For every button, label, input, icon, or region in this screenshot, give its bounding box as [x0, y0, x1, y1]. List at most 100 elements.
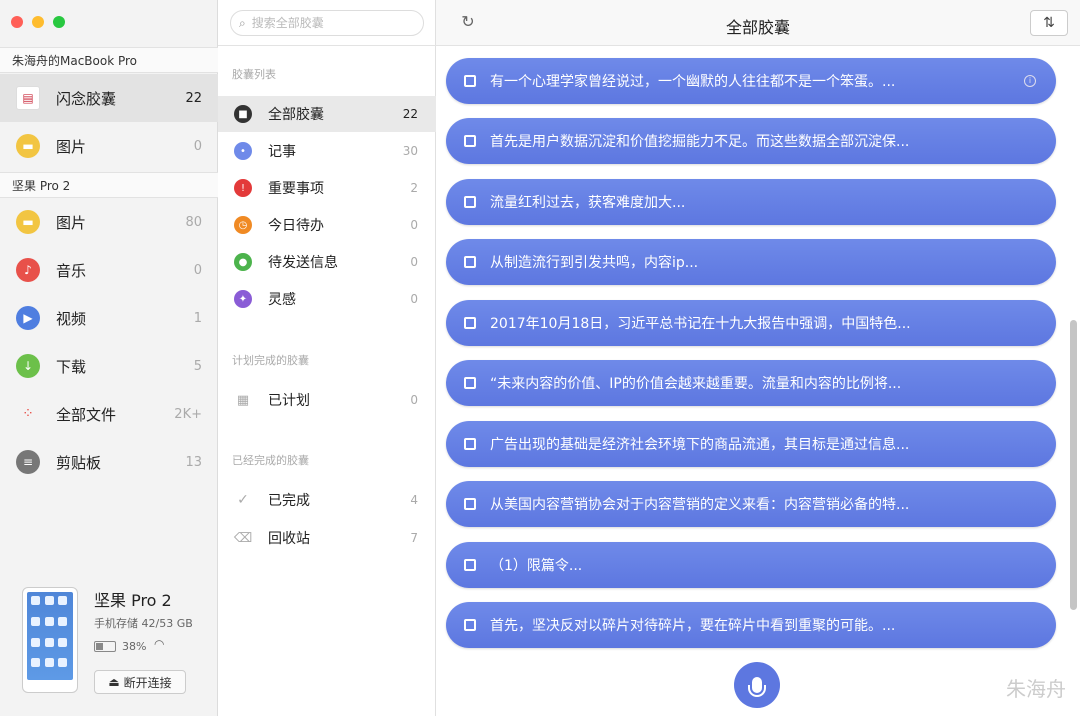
category-completed[interactable]: ✓ 已完成 4 [218, 482, 436, 518]
capsule-item[interactable]: （1）限篇令... [446, 542, 1056, 588]
app-window: 朱海舟的MacBook Pro ▤ 闪念胶囊 22 ▬ 图片 0 坚果 Pro … [0, 0, 1080, 716]
sidebar-item-capsules[interactable]: ▤ 闪念胶囊 22 [0, 74, 218, 122]
zoom-button[interactable] [53, 16, 65, 28]
capsule-item[interactable]: 首先是用户数据沉淀和价值挖掘能力不足。而这些数据全部沉淀保... [446, 118, 1056, 164]
category-label: 记事 [268, 144, 296, 160]
capsule-text: 流量红利过去，获客难度加大... [490, 195, 686, 211]
important-icon: ! [234, 179, 252, 197]
phone-status-panel: 坚果 Pro 2 手机存储 42/53 GB 38% ◠ ⏏ 断开连接 [18, 585, 218, 700]
search-icon: ⌕ [239, 15, 246, 30]
capsule-item[interactable]: 首先，坚决反对以碎片对待碎片，要在碎片中看到重聚的可能。... [446, 602, 1056, 648]
photo-icon: ▬ [16, 134, 40, 158]
capsule-checkbox[interactable] [464, 498, 476, 510]
note-icon: • [234, 142, 252, 160]
search-input[interactable] [251, 16, 402, 30]
capsule-text: 2017年10月18日，习近平总书记在十九大报告中强调，中国特色... [490, 316, 911, 332]
download-icon: ↓ [16, 354, 40, 378]
watermark: 朱海舟 [1006, 677, 1066, 701]
wifi-icon: ◠ [154, 637, 165, 651]
scrollbar[interactable] [1070, 320, 1077, 610]
category-count: 0 [410, 255, 418, 269]
category-label: 灵感 [268, 292, 296, 308]
capsule-icon: ▤ [16, 86, 40, 110]
sidebar-item-label: 图片 [56, 213, 87, 232]
sidebar-item-phone-photos[interactable]: ▬ 图片 80 [0, 198, 218, 246]
sort-button[interactable]: ⇅ [1030, 10, 1068, 36]
capsule-checkbox[interactable] [464, 196, 476, 208]
capsule-checkbox[interactable] [464, 438, 476, 450]
category-label: 全部胶囊 [268, 107, 324, 123]
capsule-checkbox[interactable] [464, 619, 476, 631]
video-icon: ▶ [16, 306, 40, 330]
capsule-text: “未来内容的价值、IP的价值会越来越重要。流量和内容的比例将... [490, 376, 902, 392]
category-label: 今日待办 [268, 218, 324, 234]
capsule-checkbox[interactable] [464, 256, 476, 268]
capsule-text: 从制造流行到引发共鸣，内容ip... [490, 255, 699, 271]
capsule-item[interactable]: 广告出现的基础是经济社会环境下的商品流通，其目标是通过信息... [446, 421, 1056, 467]
window-controls [11, 16, 65, 28]
sidebar-item-label: 下载 [56, 357, 87, 376]
capsule-item[interactable]: 流量红利过去，获客难度加大... [446, 179, 1056, 225]
category-notes[interactable]: • 记事 30 [218, 133, 436, 169]
microphone-button[interactable] [734, 662, 780, 708]
capsule-text: 首先是用户数据沉淀和价值挖掘能力不足。而这些数据全部沉淀保... [490, 134, 910, 150]
sidebar-item-music[interactable]: ♪ 音乐 0 [0, 246, 218, 294]
capsule-text: 有一个心理学家曾经说过，一个幽默的人往往都不是一个笨蛋。... [490, 74, 896, 90]
close-button[interactable] [11, 16, 23, 28]
disconnect-label: 断开连接 [123, 675, 172, 690]
capsule-item[interactable]: 2017年10月18日，习近平总书记在十九大报告中强调，中国特色... [446, 300, 1056, 346]
sidebar-item-downloads[interactable]: ↓ 下载 5 [0, 342, 218, 390]
disconnect-button[interactable]: ⏏ 断开连接 [94, 670, 186, 694]
capsule-checkbox[interactable] [464, 75, 476, 87]
capsule-checkbox[interactable] [464, 135, 476, 147]
category-important[interactable]: ! 重要事项 2 [218, 170, 436, 206]
info-icon[interactable]: i [1024, 75, 1036, 87]
capsule-text: （1）限篇令... [490, 558, 583, 574]
category-trash[interactable]: ⌫ 回收站 7 [218, 520, 436, 556]
sidebar-item-clipboard[interactable]: ≡ 剪贴板 13 [0, 438, 218, 486]
category-label: 待发送信息 [268, 255, 338, 271]
sidebar-item-label: 图片 [56, 137, 87, 156]
device-sidebar: 朱海舟的MacBook Pro ▤ 闪念胶囊 22 ▬ 图片 0 坚果 Pro … [0, 0, 218, 716]
capsule-item[interactable]: 有一个心理学家曾经说过，一个幽默的人往往都不是一个笨蛋。... i [446, 58, 1056, 104]
capsule-item[interactable]: 从美国内容营销协会对于内容营销的定义来看：内容营销必备的特... [446, 481, 1056, 527]
sidebar-item-video[interactable]: ▶ 视频 1 [0, 294, 218, 342]
calendar-icon: ▦ [236, 392, 250, 408]
phone-storage: 手机存储 42/53 GB [94, 617, 193, 630]
category-planned[interactable]: ▦ 已计划 0 [218, 382, 436, 418]
music-icon: ♪ [16, 258, 40, 282]
trash-icon: ⌫ [233, 530, 253, 546]
sidebar-item-count: 5 [193, 358, 202, 374]
category-count: 0 [410, 393, 418, 407]
sidebar-item-count: 1 [193, 310, 202, 326]
capsule-item[interactable]: “未来内容的价值、IP的价值会越来越重要。流量和内容的比例将... [446, 360, 1056, 406]
capsule-categories-panel: ⌕ 胶囊列表 ■ 全部胶囊 22 • 记事 30 ! 重要事项 2 ◷ 今日待办… [218, 0, 436, 716]
category-all-capsules[interactable]: ■ 全部胶囊 22 [218, 96, 436, 132]
sidebar-item-mac-photos[interactable]: ▬ 图片 0 [0, 122, 218, 170]
capsule-checkbox[interactable] [464, 317, 476, 329]
capsule-text: 首先，坚决反对以碎片对待碎片，要在碎片中看到重聚的可能。... [490, 618, 896, 634]
sidebar-item-all-files[interactable]: ⁘ 全部文件 2K+ [0, 390, 218, 438]
sidebar-item-label: 全部文件 [56, 405, 117, 424]
battery-level: 38% [122, 640, 147, 653]
all-files-icon: ⁘ [22, 406, 34, 422]
category-count: 0 [410, 218, 418, 232]
all-capsules-icon: ■ [234, 105, 252, 123]
sidebar-item-count: 2K+ [174, 406, 202, 422]
list-header: ↻ 全部胶囊 ⇅ [436, 0, 1080, 46]
category-inspiration[interactable]: ✦ 灵感 0 [218, 281, 436, 317]
search-box[interactable]: ⌕ [230, 10, 424, 36]
device-label-phone: 坚果 Pro 2 [0, 172, 218, 198]
capsule-item[interactable]: 从制造流行到引发共鸣，内容ip... [446, 239, 1056, 285]
category-pending-messages[interactable]: ● 待发送信息 0 [218, 244, 436, 280]
category-today-todo[interactable]: ◷ 今日待办 0 [218, 207, 436, 243]
category-label: 重要事项 [268, 181, 324, 197]
category-count: 4 [410, 493, 418, 507]
capsule-checkbox[interactable] [464, 559, 476, 571]
todo-icon: ◷ [234, 216, 252, 234]
capsule-list-panel: ↻ 全部胶囊 ⇅ 有一个心理学家曾经说过，一个幽默的人往往都不是一个笨蛋。...… [436, 0, 1080, 716]
category-count: 0 [410, 292, 418, 306]
idea-icon: ✦ [234, 290, 252, 308]
minimize-button[interactable] [32, 16, 44, 28]
capsule-checkbox[interactable] [464, 377, 476, 389]
